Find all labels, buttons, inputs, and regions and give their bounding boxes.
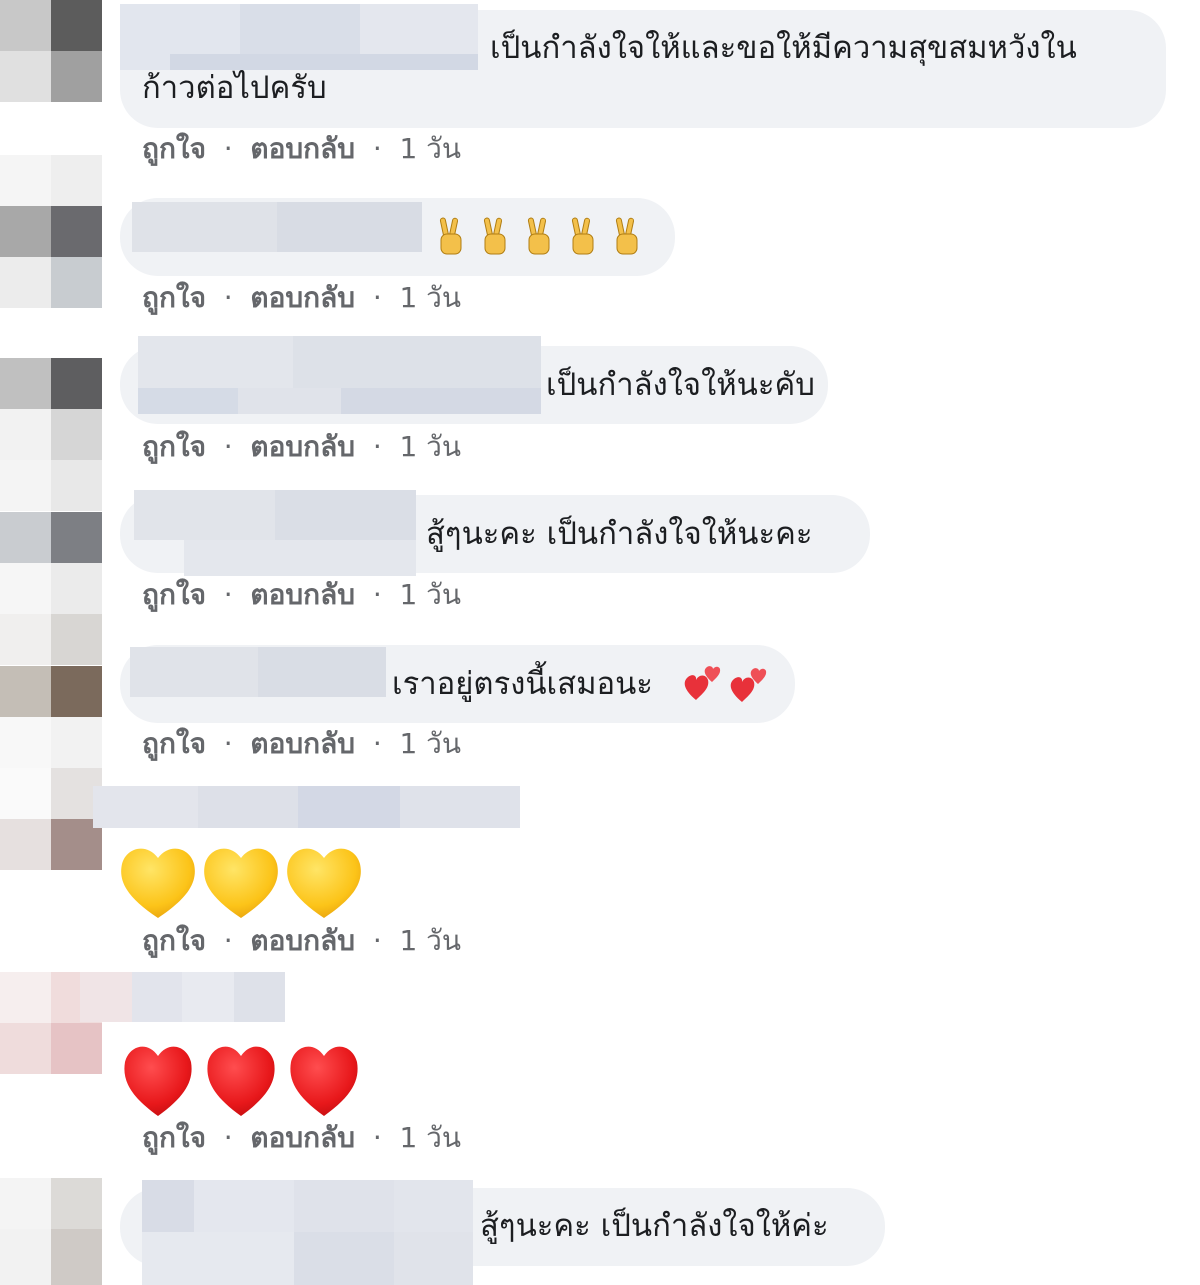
comment-text: สู้ๆนะคะ เป็นกำลังใจให้นะคะ [426,516,813,552]
avatar[interactable] [0,0,102,102]
victory-hand-icon [439,217,638,255]
separator: · [223,1121,233,1154]
like-link[interactable]: ถูกใจ [142,430,206,463]
separator: · [372,281,382,314]
comment-text: เราอยู่ตรงนี้เสมอนะ [392,666,653,702]
comment-actions: ถูกใจ · ตอบกลับ · 1 วัน [142,281,461,315]
avatar[interactable] [0,358,102,460]
separator: · [372,727,382,760]
comment-text: เป็นกำลังใจให้นะคับ [546,367,815,403]
avatar[interactable] [0,666,102,768]
red-heart-icon [124,1046,358,1116]
avatar[interactable] [0,768,102,870]
timestamp[interactable]: 1 วัน [399,430,461,463]
separator: · [223,727,233,760]
separator: · [372,132,382,165]
timestamp[interactable]: 1 วัน [399,727,461,760]
separator: · [223,132,233,165]
separator: · [223,430,233,463]
separator: · [223,281,233,314]
avatar[interactable] [0,512,102,614]
comment-actions: ถูกใจ · ตอบกลับ · 1 วัน [142,132,461,166]
separator: · [372,1121,382,1154]
commenter-name-blurred[interactable] [142,1180,473,1285]
commenter-name-blurred[interactable] [138,336,541,414]
like-link[interactable]: ถูกใจ [142,281,206,314]
avatar[interactable] [0,155,102,257]
yellow-heart-icon [121,848,361,918]
separator: · [372,430,382,463]
timestamp[interactable]: 1 วัน [399,578,461,611]
commenter-name-blurred[interactable] [132,202,422,252]
comment-actions: ถูกใจ · ตอบกลับ · 1 วัน [142,924,461,958]
commenter-name-blurred[interactable] [134,490,416,576]
separator: · [223,578,233,611]
comment-text: ก้าวต่อไปครับ [142,70,327,106]
emoji-row [436,214,648,258]
comment-actions: ถูกใจ · ตอบกลับ · 1 วัน [142,578,461,612]
avatar-fragment [0,614,102,665]
separator: · [223,924,233,957]
two-hearts-icon [684,666,767,702]
timestamp[interactable]: 1 วัน [399,1121,461,1154]
reply-link[interactable]: ตอบกลับ [250,578,355,611]
commenter-name-blurred[interactable] [120,4,478,70]
separator: · [372,924,382,957]
commenter-name-blurred[interactable] [130,647,386,697]
like-link[interactable]: ถูกใจ [142,1121,206,1154]
avatar[interactable] [0,1178,102,1285]
reply-link[interactable]: ตอบกลับ [250,727,355,760]
reply-link[interactable]: ตอบกลับ [250,132,355,165]
reply-link[interactable]: ตอบกลับ [250,430,355,463]
like-link[interactable]: ถูกใจ [142,132,206,165]
comment-actions: ถูกใจ · ตอบกลับ · 1 วัน [142,430,461,464]
reply-link[interactable]: ตอบกลับ [250,1121,355,1154]
comment-actions: ถูกใจ · ตอบกลับ · 1 วัน [142,1121,461,1155]
separator: · [372,578,382,611]
comment-text: เป็นกำลังใจให้และขอให้มีความสุขสมหวังใน [490,30,1077,66]
avatar-fragment [0,257,102,308]
like-link[interactable]: ถูกใจ [142,727,206,760]
reply-link[interactable]: ตอบกลับ [250,924,355,957]
avatar-fragment [0,460,102,511]
reply-link[interactable]: ตอบกลับ [250,281,355,314]
timestamp[interactable]: 1 วัน [399,132,461,165]
commenter-name-blurred[interactable] [80,972,285,1022]
comment-text: สู้ๆนะคะ เป็นกำลังใจให้ค่ะ [480,1208,829,1244]
like-link[interactable]: ถูกใจ [142,924,206,957]
timestamp[interactable]: 1 วัน [399,924,461,957]
like-link[interactable]: ถูกใจ [142,578,206,611]
commenter-name-blurred[interactable] [93,786,520,828]
comment-actions: ถูกใจ · ตอบกลับ · 1 วัน [142,727,461,761]
timestamp[interactable]: 1 วัน [399,281,461,314]
